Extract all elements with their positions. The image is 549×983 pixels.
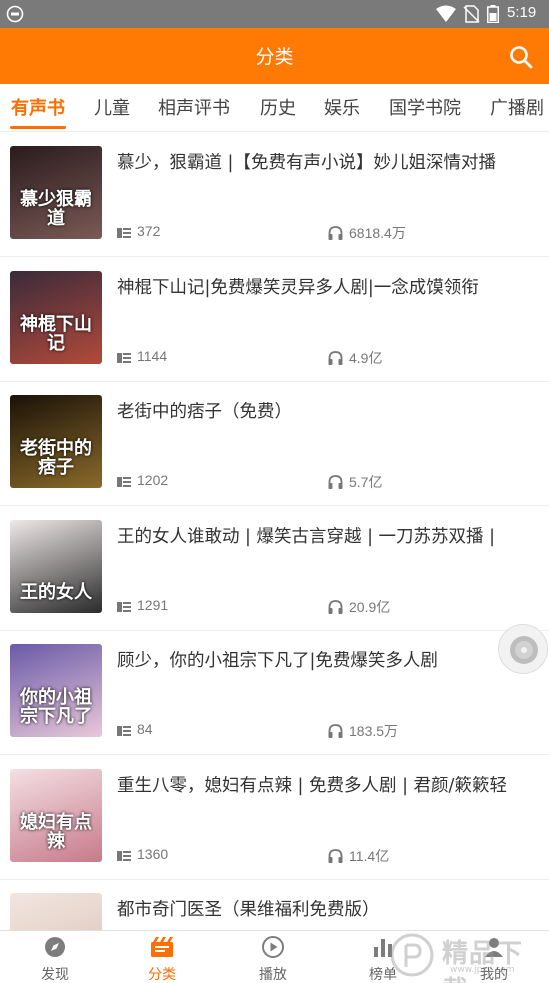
search-icon[interactable] [504, 40, 538, 74]
battery-icon [487, 5, 499, 23]
album-cover[interactable]: 神棍下山记 [10, 270, 102, 364]
tab-children[interactable]: 儿童 [94, 94, 130, 120]
album-title: 顾少，你的小祖宗下凡了|免费爆笑多人剧 [117, 651, 438, 671]
category-icon [151, 937, 173, 957]
album-title: 老街中的痞子（免费） [117, 402, 292, 422]
episode-count: 84 [117, 721, 153, 737]
watermark: 精品下载 www.jpxz.com [380, 927, 549, 983]
headphones-icon [328, 350, 343, 365]
nav-category[interactable]: 分类 [107, 931, 217, 983]
headphones-icon [328, 226, 343, 240]
play-count: 4.9亿 [328, 348, 382, 368]
album-title: 重生八零，媳妇有点辣 | 免费多人剧 | 君颜/簌簌轻 [117, 775, 507, 796]
list-item[interactable]: 老街中的痞子 老街中的痞子（免费） 1202 5.7亿 [0, 382, 549, 506]
list-item[interactable]: 你的小祖宗下凡了 顾少，你的小祖宗下凡了|免费爆笑多人剧 84 183.5万 [0, 631, 549, 755]
cover-title-art: 你的小祖宗下凡了 [20, 687, 92, 728]
episode-count-value: 84 [137, 721, 153, 737]
compass-icon [45, 937, 65, 957]
cover-title-art: 媳妇有点辣 [20, 811, 92, 852]
tab-indicator [10, 126, 66, 129]
play-count-value: 5.7亿 [349, 474, 383, 490]
app-notification-icon [6, 5, 24, 23]
nav-play[interactable]: 播放 [218, 931, 328, 983]
cover-title-art: 王的女人 [20, 581, 92, 603]
album-cover[interactable]: 媳妇有点辣 [10, 768, 102, 862]
headphones-icon [328, 475, 343, 489]
page-title: 分类 [255, 46, 294, 68]
list-icon [117, 352, 131, 363]
album-title: 王的女人谁敢动 | 爆笑古言穿越 | 一刀苏苏双播 | [117, 526, 496, 547]
episode-count-value: 1360 [137, 845, 169, 862]
list-item[interactable]: 媳妇有点辣 重生八零，媳妇有点辣 | 免费多人剧 | 君颜/簌簌轻 1360 11.4… [0, 755, 549, 880]
album-list[interactable]: 慕少狠霸道 慕少，狠霸道 |【免费有声小说】妙儿姐深情对播 372 6818.4万神棍… [0, 133, 549, 930]
wifi-icon [436, 5, 456, 22]
no-sim-icon [463, 5, 480, 23]
play-icon [262, 936, 284, 958]
nav-discover[interactable]: 发现 [0, 931, 110, 983]
play-count: 20.9亿 [328, 597, 390, 617]
tab-entertainment[interactable]: 娱乐 [324, 94, 360, 120]
nav-discover-label: 发现 [41, 967, 69, 983]
play-count-value: 20.9亿 [349, 598, 391, 615]
album-title: 慕少，狠霸道 |【免费有声小说】妙儿姐深情对播 [117, 153, 496, 173]
play-count-value: 4.9亿 [349, 349, 383, 366]
mini-player-button[interactable] [498, 624, 548, 674]
list-item[interactable]: 都市奇门医圣（果维福利免费版） [0, 880, 549, 930]
play-count-value: 6818.4万 [349, 225, 406, 241]
headphones-icon [328, 599, 343, 614]
album-cover[interactable]: 你的小祖宗下凡了 [10, 644, 102, 737]
list-icon [117, 601, 131, 612]
episode-count-value: 1144 [137, 347, 168, 364]
album-title: 都市奇门医圣（果维福利免费版） [117, 900, 380, 920]
list-item[interactable]: 王的女人 王的女人谁敢动 | 爆笑古言穿越 | 一刀苏苏双播 | 1291 20.9亿 [0, 506, 549, 631]
play-count-value: 11.4亿 [349, 847, 390, 864]
list-icon [117, 726, 131, 736]
nav-category-label: 分类 [148, 967, 176, 983]
tab-radio-drama[interactable]: 广播剧 [490, 94, 544, 120]
tab-sinology[interactable]: 国学书院 [389, 94, 461, 120]
tab-crosstalk[interactable]: 相声评书 [158, 94, 230, 120]
episode-count: 1144 [117, 348, 167, 364]
category-tabs: 有声书 儿童 相声评书 历史 娱乐 国学书院 广播剧 [0, 84, 549, 132]
headphones-icon [328, 848, 343, 863]
headphones-icon [328, 724, 343, 738]
list-icon [117, 850, 131, 861]
album-title: 神棍下山记|免费爆笑灵异多人剧|一念成馍领衔 [117, 277, 479, 298]
episode-count: 372 [117, 223, 160, 239]
status-time: 5:19 [507, 4, 537, 21]
watermark-text: 精品下载 [442, 939, 524, 983]
episode-count: 1360 [117, 846, 168, 862]
album-cover[interactable]: 王的女人 [10, 519, 102, 613]
play-count: 5.7亿 [328, 472, 382, 492]
cover-title-art: 慕少狠霸道 [20, 189, 92, 230]
list-icon [117, 228, 131, 238]
album-cover[interactable]: 慕少狠霸道 [10, 146, 102, 239]
album-cover[interactable] [10, 893, 102, 930]
list-item[interactable]: 神棍下山记 神棍下山记|免费爆笑灵异多人剧|一念成馍领衔 1144 4.9亿 [0, 257, 549, 382]
watermark-logo-icon [390, 933, 434, 977]
episode-count-value: 372 [137, 223, 161, 239]
tab-history[interactable]: 历史 [260, 94, 296, 120]
play-count: 11.4亿 [328, 846, 389, 866]
play-count: 6818.4万 [328, 223, 406, 243]
episode-count: 1202 [117, 472, 168, 488]
list-item[interactable]: 慕少狠霸道 慕少，狠霸道 |【免费有声小说】妙儿姐深情对播 372 6818.4万 [0, 133, 549, 257]
play-count-value: 183.5万 [349, 723, 399, 739]
album-cover[interactable]: 老街中的痞子 [10, 395, 102, 488]
nav-play-label: 播放 [259, 967, 287, 983]
episode-count: 1291 [117, 597, 168, 613]
tab-audiobook[interactable]: 有声书 [11, 94, 65, 120]
episode-count-value: 1291 [137, 596, 169, 613]
play-count: 183.5万 [328, 721, 398, 741]
watermark-url: www.jpxz.com [450, 965, 515, 975]
status-bar: 5:19 [0, 0, 549, 28]
disc-icon [510, 636, 538, 664]
list-icon [117, 477, 131, 487]
episode-count-value: 1202 [137, 472, 169, 488]
cover-title-art: 老街中的痞子 [20, 438, 92, 479]
cover-title-art: 神棍下山记 [20, 313, 92, 354]
app-bar: 分类 [0, 28, 549, 84]
